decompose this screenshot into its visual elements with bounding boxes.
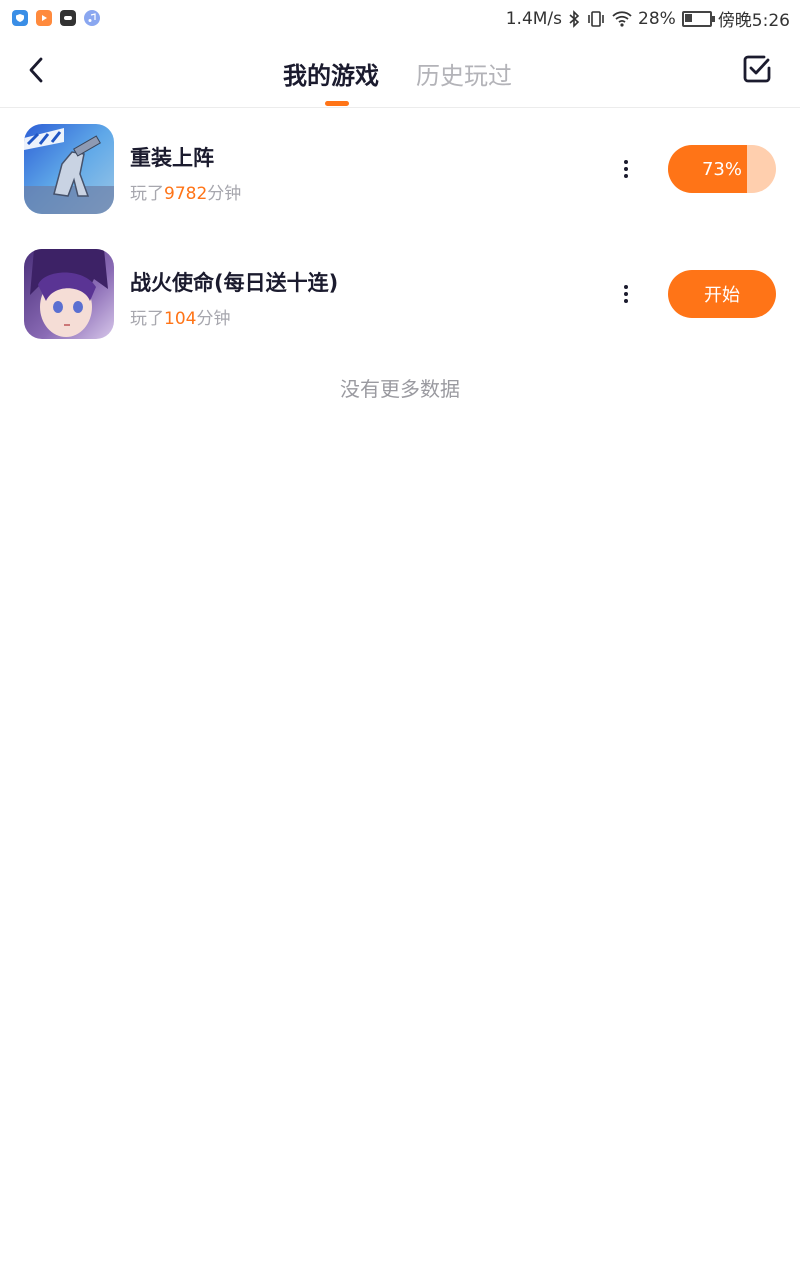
select-button[interactable]	[742, 54, 776, 88]
game-row[interactable]: 战火使命(每日送十连) 玩了104分钟 开始	[0, 249, 800, 341]
game-thumbnail[interactable]	[24, 124, 114, 214]
video-app-icon	[36, 10, 52, 26]
game-row[interactable]: 重装上阵 玩了9782分钟 73%	[0, 124, 800, 216]
progress-label: 73%	[701, 158, 742, 180]
start-label: 开始	[704, 285, 740, 306]
system-status: 1.4M/s 28% 傍晚5:26	[505, 6, 790, 32]
notification-icons	[12, 10, 100, 26]
bluetooth-icon	[569, 9, 580, 28]
play-time: 玩了104分钟	[130, 304, 230, 329]
more-dot	[624, 174, 628, 178]
no-more-data-text: 没有更多数据	[340, 377, 460, 401]
active-tab-indicator	[325, 101, 349, 106]
shield-app-icon	[12, 10, 28, 26]
play-time-prefix: 玩了	[130, 184, 164, 204]
game-thumbnail[interactable]	[24, 249, 114, 339]
more-dot	[624, 299, 628, 303]
clock: 傍晚5:26	[717, 11, 790, 31]
game-title: 战火使命(每日送十连)	[130, 271, 339, 295]
play-time-suffix: 分钟	[207, 184, 242, 204]
tab-history-played[interactable]: 历史玩过	[416, 56, 512, 91]
play-time-prefix: 玩了	[130, 309, 164, 329]
more-dot	[624, 292, 628, 296]
wifi-icon	[612, 10, 632, 27]
game-app-icon	[60, 10, 76, 26]
tab-my-games[interactable]: 我的游戏	[283, 56, 379, 91]
header: 我的游戏 历史玩过	[0, 36, 800, 108]
play-time: 玩了9782分钟	[130, 179, 241, 204]
more-dot	[624, 160, 628, 164]
start-button[interactable]: 开始	[668, 270, 776, 318]
more-options-button[interactable]	[614, 279, 638, 309]
download-progress-button[interactable]: 73%	[668, 145, 776, 193]
network-speed: 1.4M/s	[505, 8, 563, 29]
game-title: 重装上阵	[130, 146, 214, 170]
music-app-icon	[84, 10, 100, 26]
status-bar: 1.4M/s 28% 傍晚5:26	[0, 0, 800, 36]
more-options-button[interactable]	[614, 154, 638, 184]
checkbox-icon	[743, 55, 771, 83]
play-time-suffix: 分钟	[196, 309, 231, 329]
play-minutes: 104	[164, 309, 197, 329]
back-button[interactable]	[18, 52, 54, 88]
battery-percent: 28%	[638, 8, 676, 29]
more-dot	[624, 167, 628, 171]
chevron-left-icon	[29, 57, 43, 83]
battery-level-fill	[684, 13, 692, 22]
play-minutes: 9782	[164, 184, 208, 204]
battery-icon	[681, 10, 715, 27]
more-dot	[624, 285, 628, 289]
vibrate-icon	[588, 10, 604, 27]
